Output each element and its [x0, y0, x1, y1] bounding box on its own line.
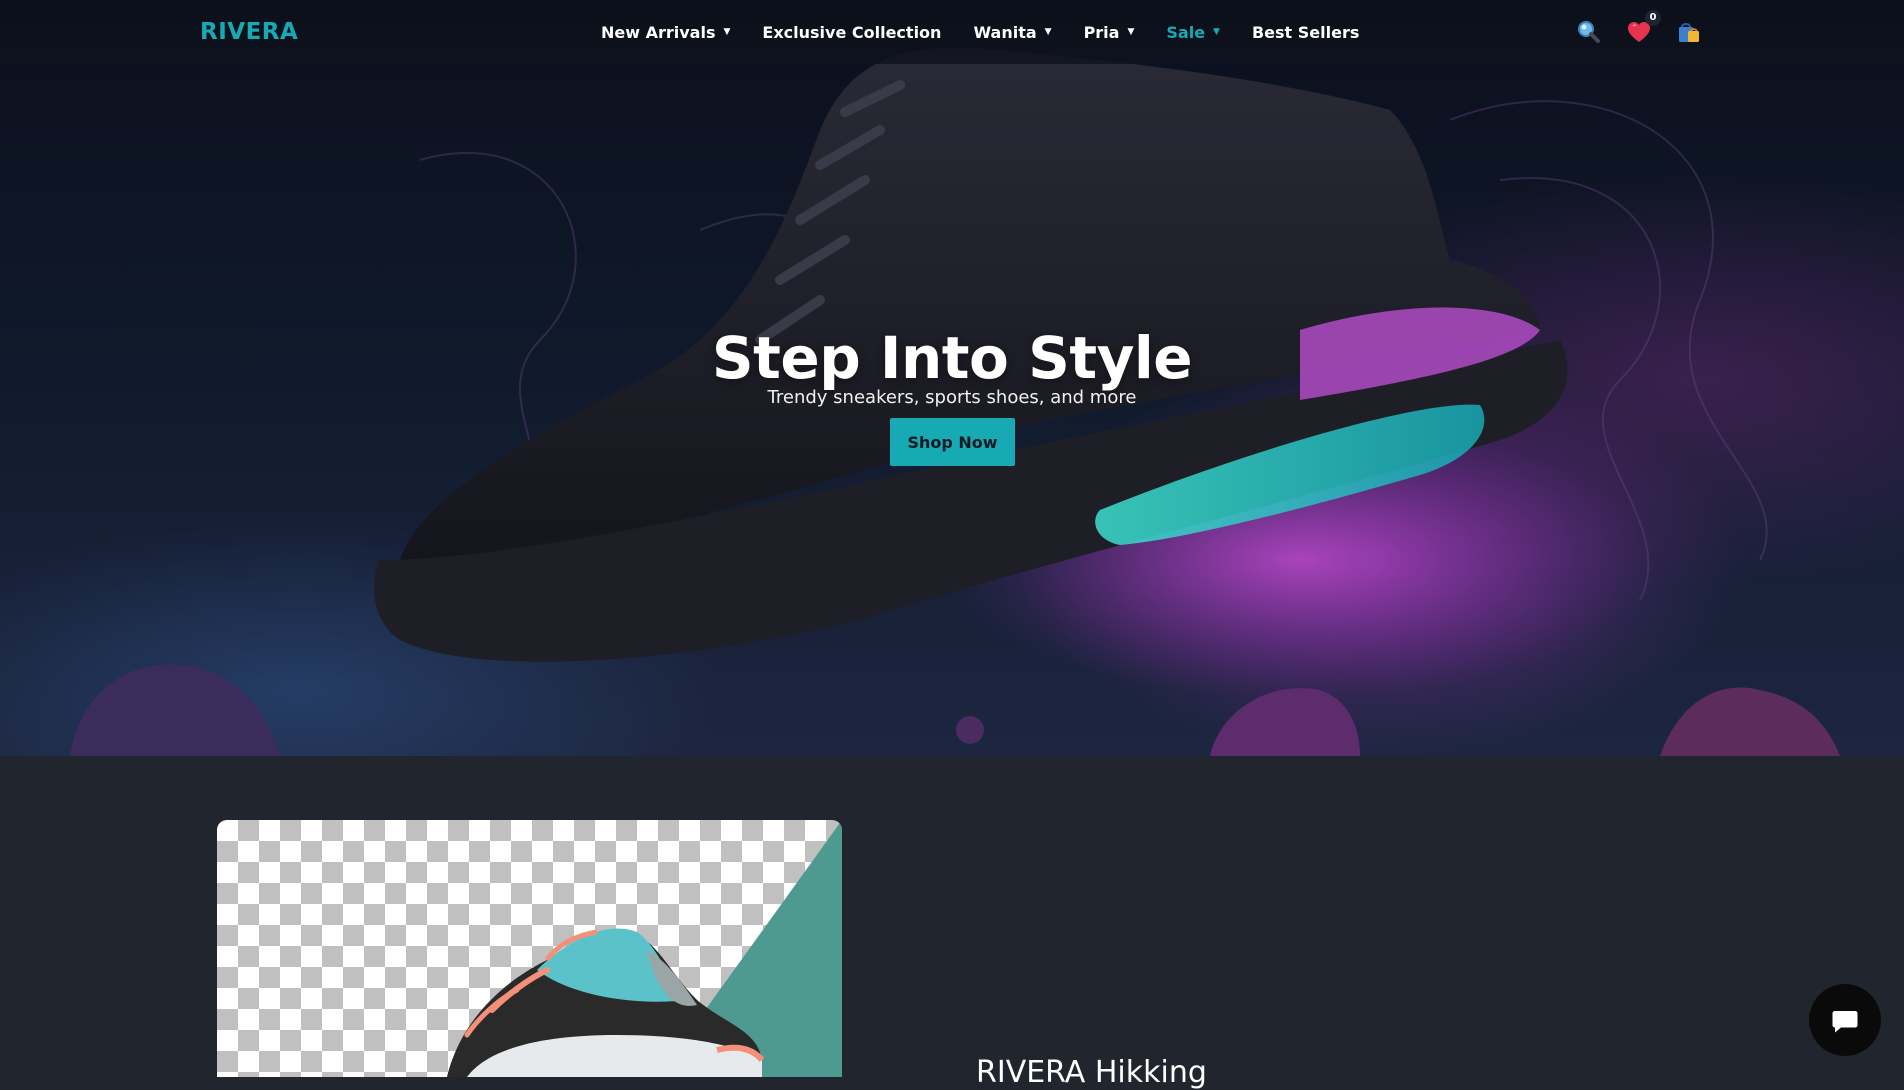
- hiking-shoe-image: [447, 820, 842, 1077]
- nav-actions: 0: [1575, 10, 1725, 46]
- brand-logo[interactable]: RIVERA: [200, 19, 298, 45]
- shopping-bag-icon[interactable]: [1675, 18, 1703, 46]
- nav-item-label: New Arrivals: [601, 22, 716, 42]
- nav-item-label: Sale: [1166, 22, 1206, 42]
- nav-item-best-sellers[interactable]: Best Sellers: [1252, 23, 1359, 42]
- chevron-down-icon: ▼: [1213, 27, 1220, 37]
- nav-item-pria[interactable]: Pria ▼: [1084, 23, 1135, 42]
- main-menu: New Arrivals ▼ Exclusive Collection Wani…: [601, 0, 1391, 64]
- shop-now-button[interactable]: Shop Now: [890, 418, 1015, 466]
- nav-item-label: Exclusive Collection: [762, 22, 942, 42]
- hero-subtitle: Trendy sneakers, sports shoes, and more: [767, 387, 1137, 408]
- product-image-card[interactable]: [217, 820, 842, 1077]
- heart-icon[interactable]: 0: [1625, 10, 1661, 46]
- hero-banner: Step Into Style Trendy sneakers, sports …: [0, 0, 1904, 756]
- top-navbar: RIVERA New Arrivals ▼ Exclusive Collecti…: [0, 0, 1904, 64]
- hero-title: Step Into Style: [711, 323, 1193, 392]
- nav-item-new-arrivals[interactable]: New Arrivals ▼: [601, 23, 730, 42]
- nav-item-wanita[interactable]: Wanita ▼: [973, 23, 1051, 42]
- nav-item-exclusive-collection[interactable]: Exclusive Collection: [762, 23, 941, 42]
- product-name[interactable]: RIVERA Hikking: [976, 1055, 1207, 1090]
- search-icon[interactable]: [1575, 18, 1603, 46]
- chevron-down-icon: ▼: [723, 27, 731, 37]
- chat-bubble-icon: [1832, 1011, 1858, 1033]
- chat-button[interactable]: [1809, 984, 1881, 1056]
- nav-item-label: Wanita: [973, 22, 1037, 42]
- chevron-down-icon: ▼: [1127, 27, 1135, 37]
- nav-item-label: Best Sellers: [1251, 22, 1360, 42]
- nav-item-sale[interactable]: Sale ▼: [1166, 23, 1220, 42]
- chevron-down-icon: ▼: [1044, 27, 1052, 37]
- nav-item-label: Pria: [1083, 22, 1120, 42]
- wishlist-count-badge: 0: [1645, 10, 1661, 26]
